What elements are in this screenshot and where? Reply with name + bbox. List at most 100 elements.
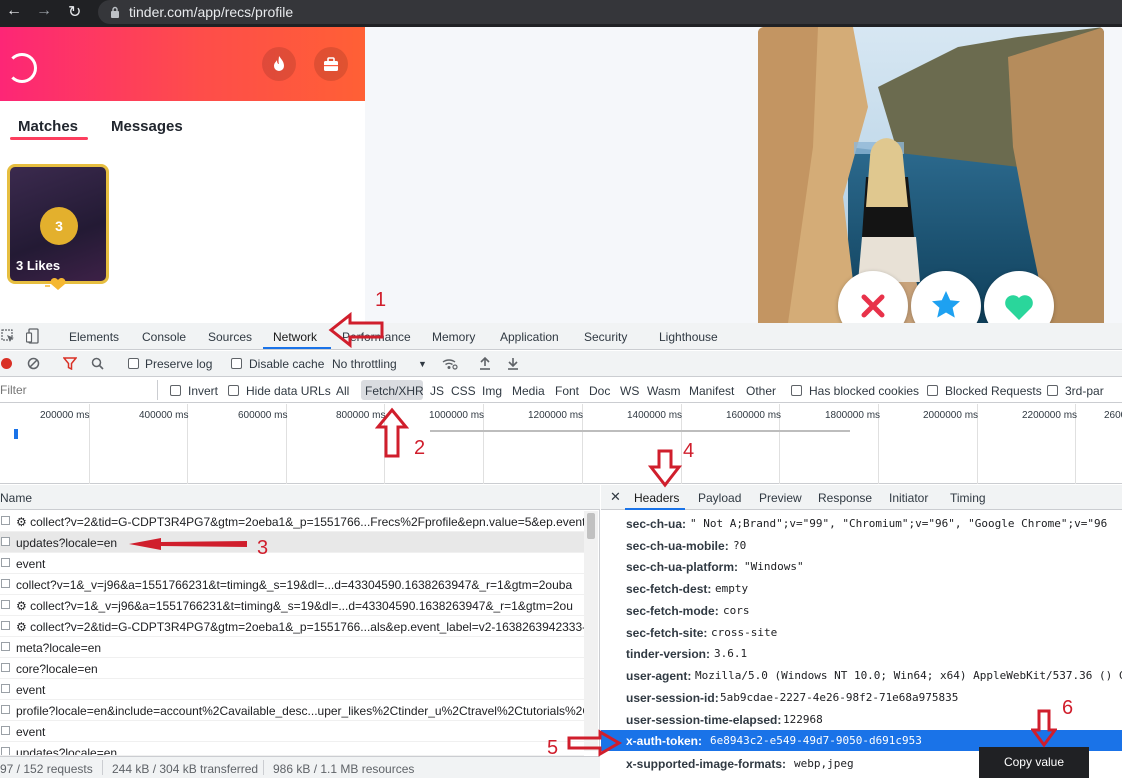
header-row[interactable]: user-agent: Mozilla/5.0 (Windows NT 10.0;… bbox=[601, 665, 1122, 686]
invert-checkbox[interactable] bbox=[170, 385, 181, 396]
filter-doc[interactable]: Doc bbox=[589, 384, 610, 398]
filter-css[interactable]: CSS bbox=[451, 384, 476, 398]
tab-response[interactable]: Response bbox=[818, 491, 872, 505]
header-row[interactable]: sec-ch-ua: " Not A;Brand";v="99", "Chromi… bbox=[601, 513, 1122, 534]
likes-you-card[interactable]: 3 3 Likes bbox=[7, 164, 109, 284]
row-checkbox bbox=[1, 537, 10, 546]
annotation-number-1: 1 bbox=[375, 289, 387, 311]
filter-font[interactable]: Font bbox=[555, 384, 579, 398]
header-value: webp,jpeg bbox=[794, 757, 854, 770]
tab-console[interactable]: Console bbox=[142, 330, 186, 344]
search-icon[interactable] bbox=[91, 357, 104, 370]
close-icon[interactable]: ✕ bbox=[610, 489, 621, 505]
blocked-requests-checkbox[interactable] bbox=[927, 385, 938, 396]
request-row[interactable]: ⚙ collect?v=1&_v=j96&a=1551766231&t=timi… bbox=[0, 595, 584, 616]
row-checkbox bbox=[1, 663, 10, 672]
filter-other[interactable]: Other bbox=[746, 384, 776, 398]
network-overview-timeline[interactable]: 200000 ms 400000 ms 600000 ms 800000 ms … bbox=[0, 404, 1122, 484]
tab-initiator[interactable]: Initiator bbox=[889, 491, 928, 505]
header-row[interactable]: user-session-id: 5ab9cdae-2227-4e26-98f2-… bbox=[601, 687, 1122, 708]
tab-messages[interactable]: Messages bbox=[111, 118, 183, 135]
timeline-tick: 1800000 ms bbox=[825, 410, 881, 421]
third-party-checkbox[interactable] bbox=[1047, 385, 1058, 396]
divider bbox=[263, 760, 264, 775]
hide-data-urls-checkbox[interactable] bbox=[228, 385, 239, 396]
blocked-cookies-checkbox[interactable] bbox=[791, 385, 802, 396]
header-row[interactable]: sec-fetch-mode: cors bbox=[601, 600, 1122, 621]
tab-payload[interactable]: Payload bbox=[698, 491, 741, 505]
header-row[interactable]: sec-fetch-dest: empty bbox=[601, 578, 1122, 599]
tab-sources[interactable]: Sources bbox=[208, 330, 252, 344]
chevron-down-icon[interactable]: ▼ bbox=[418, 359, 427, 369]
tab-matches[interactable]: Matches bbox=[18, 118, 78, 135]
tab-elements[interactable]: Elements bbox=[69, 330, 119, 344]
tab-network[interactable]: Network bbox=[273, 330, 317, 344]
column-name-header[interactable]: Name bbox=[0, 491, 32, 505]
scrollbar-thumb[interactable] bbox=[587, 513, 595, 539]
avatar[interactable] bbox=[7, 53, 37, 83]
clear-icon[interactable] bbox=[27, 357, 40, 370]
timeline-tick: 1200000 ms bbox=[528, 410, 584, 421]
header-key: sec-fetch-mode: bbox=[626, 604, 719, 618]
back-arrow-icon[interactable]: ← bbox=[6, 2, 22, 20]
filter-img[interactable]: Img bbox=[482, 384, 502, 398]
work-mode-button[interactable] bbox=[314, 47, 348, 81]
request-bar bbox=[430, 430, 850, 432]
request-row[interactable]: event bbox=[0, 553, 584, 574]
device-toolbar-icon[interactable] bbox=[26, 328, 40, 344]
forward-arrow-icon[interactable]: → bbox=[36, 2, 52, 20]
request-row[interactable]: profile?locale=en&include=account%2Cavai… bbox=[0, 700, 584, 721]
request-row[interactable]: collect?v=1&_v=j96&a=1551766231&t=timing… bbox=[0, 574, 584, 595]
tab-security[interactable]: Security bbox=[584, 330, 627, 344]
tab-memory[interactable]: Memory bbox=[432, 330, 475, 344]
disable-cache-checkbox[interactable] bbox=[231, 358, 242, 369]
request-list-scrollbar[interactable] bbox=[584, 511, 598, 751]
header-row[interactable]: sec-fetch-site: cross-site bbox=[601, 622, 1122, 643]
header-value: cors bbox=[723, 604, 750, 617]
preserve-log-checkbox[interactable] bbox=[128, 358, 139, 369]
filter-input[interactable] bbox=[0, 380, 158, 400]
request-row[interactable]: meta?locale=en bbox=[0, 637, 584, 658]
filter-media[interactable]: Media bbox=[512, 384, 545, 398]
filter-icon[interactable] bbox=[63, 357, 77, 370]
filter-wasm[interactable]: Wasm bbox=[647, 384, 681, 398]
annotation-number-4: 4 bbox=[683, 440, 695, 462]
request-row[interactable]: event bbox=[0, 721, 584, 742]
tab-preview[interactable]: Preview bbox=[759, 491, 802, 505]
address-bar[interactable]: tinder.com/app/recs/profile bbox=[98, 0, 1122, 24]
network-conditions-icon[interactable] bbox=[442, 357, 458, 370]
request-row[interactable]: core?locale=en bbox=[0, 658, 584, 679]
tab-application[interactable]: Application bbox=[500, 330, 559, 344]
header-row[interactable]: tinder-version: 3.6.1 bbox=[601, 643, 1122, 664]
request-name: ⚙ collect?v=2&tid=G-CDPT3R4PG7&gtm=2oeba… bbox=[16, 620, 584, 634]
timeline-tick: 600000 ms bbox=[238, 410, 288, 421]
record-icon[interactable] bbox=[0, 357, 13, 370]
filter-js[interactable]: JS bbox=[430, 384, 444, 398]
reload-icon[interactable]: ↻ bbox=[68, 2, 81, 22]
request-row[interactable]: event bbox=[0, 679, 584, 700]
import-har-icon[interactable] bbox=[479, 356, 491, 370]
tab-headers[interactable]: Headers bbox=[634, 491, 679, 505]
request-row[interactable]: ⚙ collect?v=2&tid=G-CDPT3R4PG7&gtm=2oeba… bbox=[0, 511, 584, 532]
network-status-bar: 97 / 152 requests 244 kB / 304 kB transf… bbox=[0, 756, 600, 778]
filter-fetch-xhr[interactable]: Fetch/XHR bbox=[361, 380, 424, 400]
copy-value-tooltip[interactable]: Copy value bbox=[979, 747, 1089, 778]
filter-all[interactable]: All bbox=[336, 384, 349, 398]
tab-timing[interactable]: Timing bbox=[950, 491, 986, 505]
inspect-element-icon[interactable] bbox=[1, 329, 15, 343]
request-row[interactable]: ⚙ collect?v=2&tid=G-CDPT3R4PG7&gtm=2oeba… bbox=[0, 616, 584, 637]
request-row[interactable]: updates?locale=en bbox=[0, 742, 584, 756]
header-row[interactable]: sec-ch-ua-platform: "Windows" bbox=[601, 556, 1122, 577]
disable-cache-label: Disable cache bbox=[249, 357, 325, 371]
header-row[interactable]: sec-ch-ua-mobile: ?0 bbox=[601, 535, 1122, 556]
request-row[interactable]: updates?locale=en bbox=[0, 532, 584, 553]
filter-ws[interactable]: WS bbox=[620, 384, 639, 398]
filter-manifest[interactable]: Manifest bbox=[689, 384, 734, 398]
annotation-number-6: 6 bbox=[1062, 697, 1074, 719]
export-har-icon[interactable] bbox=[507, 356, 519, 370]
profile-photo[interactable] bbox=[758, 27, 1104, 323]
explore-button[interactable] bbox=[262, 47, 296, 81]
throttling-select[interactable]: No throttling bbox=[332, 357, 397, 371]
tab-lighthouse[interactable]: Lighthouse bbox=[659, 330, 718, 344]
timeline-tick: 200000 ms bbox=[40, 410, 90, 421]
